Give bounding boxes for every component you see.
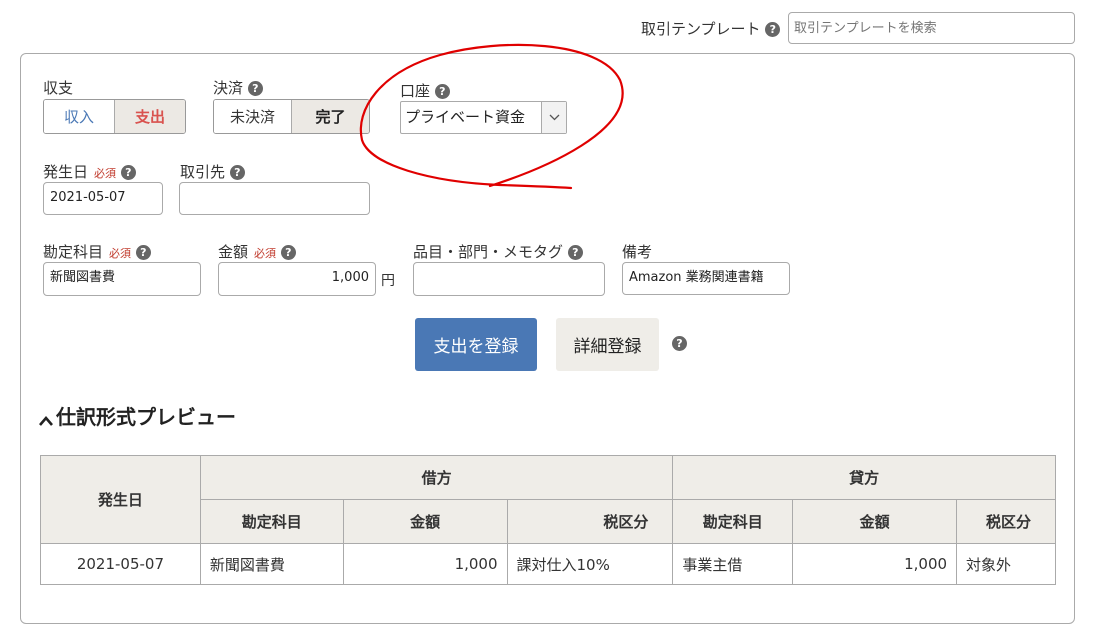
memo-label: 備考 [622,243,653,261]
settled-option[interactable]: 完了 [291,100,369,133]
memo-input[interactable]: Amazon 業務関連書籍 [622,262,790,295]
detail-register-button[interactable]: 詳細登録 [556,318,659,371]
help-icon[interactable]: ? [120,165,136,180]
preview-heading[interactable]: 仕訳形式プレビュー [38,401,236,430]
partner-label-text: 取引先 [180,163,226,181]
preview-table: 発生日 借方 貸方 勘定科目 金額 税区分 勘定科目 金額 税区分 2021-0… [40,455,1056,585]
partner-input[interactable] [179,182,370,215]
help-icon[interactable]: ? [280,245,296,260]
chevron-up-icon [39,415,53,426]
expense-option[interactable]: 支出 [114,100,185,133]
header-debit: 借方 [199,455,674,500]
amount-label: 金額 必須 ? [218,241,296,262]
shushi-label: 収支 [43,79,74,97]
account-label-text: 口座 [400,82,431,100]
template-label-text: 取引テンプレート [641,20,761,38]
date-input[interactable]: 2021-05-07 [43,182,163,215]
cell-debit-kamoku: 新聞図書費 [199,543,344,585]
help-icon[interactable]: ? [135,245,151,260]
required-badge: 必須 [109,247,132,260]
cell-debit-tax: 課対仕入10% [506,543,674,585]
header-credit-tax: 税区分 [956,499,1056,544]
amount-unit: 円 [381,273,395,289]
kessai-label: 決済 ? [213,77,263,98]
kamoku-label-text: 勘定科目 [43,243,104,261]
help-icon[interactable]: ? [567,245,583,260]
partner-label: 取引先 ? [180,161,245,182]
help-icon[interactable]: ? [229,165,245,180]
cell-credit-amount: 1,000 [792,543,958,585]
date-label: 発生日 必須 ? [43,161,136,182]
help-icon[interactable]: ? [672,336,687,351]
header-debit-amount: 金額 [342,499,508,544]
header-credit-kamoku: 勘定科目 [672,499,794,544]
preview-title: 仕訳形式プレビュー [56,405,236,429]
submit-expense-button[interactable]: 支出を登録 [415,318,537,371]
table-row: 2021-05-07 新聞図書費 1,000 課対仕入10% 事業主借 1,00… [40,543,1056,585]
cell-debit-amount: 1,000 [342,543,508,585]
header-debit-tax: 税区分 [506,499,674,544]
kamoku-label: 勘定科目 必須 ? [43,241,151,262]
header-credit-amount: 金額 [792,499,958,544]
amount-label-text: 金額 [218,243,249,261]
header-credit: 貸方 [672,455,1056,500]
header-date: 発生日 [40,455,201,544]
help-icon[interactable]: ? [434,84,450,99]
date-label-text: 発生日 [43,163,89,181]
income-option[interactable]: 収入 [44,100,114,133]
kessai-toggle: 未決済 完了 [213,99,370,134]
chevron-down-icon[interactable] [541,102,566,133]
help-icon[interactable]: ? [247,81,263,96]
account-select[interactable]: プライベート資金 [400,101,567,134]
help-icon[interactable]: ? [765,22,781,37]
cell-credit-kamoku: 事業主借 [672,543,794,585]
unsettled-option[interactable]: 未決済 [214,100,291,133]
header-debit-kamoku: 勘定科目 [199,499,344,544]
item-input[interactable] [413,262,605,296]
account-label: 口座 ? [400,80,450,101]
cell-credit-tax: 対象外 [956,543,1056,585]
cell-date: 2021-05-07 [40,543,201,585]
item-label-text: 品目・部門・メモタグ [413,243,564,261]
required-badge: 必須 [94,167,117,180]
kessai-label-text: 決済 [213,79,244,97]
template-search-input[interactable] [788,12,1075,44]
account-select-value: プライベート資金 [405,108,526,126]
item-label: 品目・部門・メモタグ ? [413,241,583,262]
required-badge: 必須 [254,247,277,260]
template-label: 取引テンプレート ? [641,18,781,39]
shushi-toggle: 収入 支出 [43,99,186,134]
amount-input[interactable]: 1,000 [218,262,376,296]
kamoku-input[interactable]: 新聞図書費 [43,262,201,296]
